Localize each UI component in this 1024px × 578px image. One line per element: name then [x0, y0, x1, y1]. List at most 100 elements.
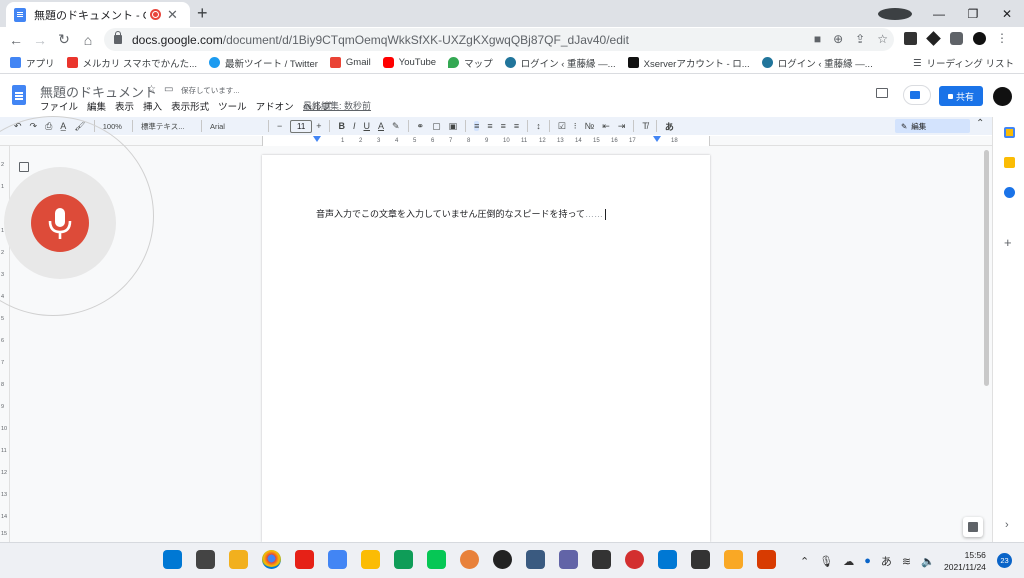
wifi-icon[interactable]: ≋	[902, 555, 911, 568]
keep-icon[interactable]	[1004, 157, 1015, 168]
italic-icon[interactable]: I	[353, 121, 356, 131]
comment-history-icon[interactable]	[876, 88, 888, 98]
vertical-scrollbar[interactable]	[984, 150, 989, 386]
clear-formatting-icon[interactable]: T̸	[642, 121, 648, 131]
microphone-tray-icon[interactable]: 🎙	[819, 555, 833, 568]
font-select[interactable]: Arial	[210, 122, 258, 131]
checklist-icon[interactable]: ☑	[558, 121, 566, 132]
browser-tab-active[interactable]: 無題のドキュメント - Google ド ✕	[6, 2, 190, 27]
cloud-icon[interactable]: ☁	[843, 555, 854, 568]
increase-indent-icon[interactable]: ⇥	[618, 121, 626, 132]
file-explorer-icon[interactable]	[229, 550, 248, 569]
explore-button[interactable]	[963, 517, 983, 537]
tab-search-icon[interactable]	[878, 7, 912, 20]
bookmark-star-icon[interactable]: ☆	[877, 32, 888, 46]
taskbar-clock[interactable]: 15:56 2021/11/24	[944, 549, 986, 573]
underline-icon[interactable]: U	[363, 121, 370, 131]
bulleted-list-icon[interactable]: ⁝	[574, 121, 577, 132]
style-select[interactable]: 標準テキス...	[141, 121, 191, 132]
office-icon[interactable]	[757, 550, 776, 569]
volume-icon[interactable]: 🔈	[921, 555, 935, 568]
vscode-icon[interactable]	[658, 550, 677, 569]
youtube-app-icon[interactable]	[295, 550, 314, 569]
profile-avatar[interactable]	[973, 32, 986, 45]
google-docs-logo-icon[interactable]	[12, 85, 26, 105]
restore-button[interactable]: ❐	[956, 7, 990, 21]
menu-tools[interactable]: ツール	[218, 99, 247, 113]
davinci-icon[interactable]	[691, 550, 710, 569]
virtualbox-icon[interactable]	[526, 550, 545, 569]
bookmark-item[interactable]: YouTube	[382, 57, 436, 68]
insert-image-icon[interactable]: ▣	[449, 121, 458, 132]
align-right-icon[interactable]: ≡	[501, 121, 506, 131]
bookmark-item[interactable]: ログイン ‹ 重藤縁 —...	[761, 56, 873, 70]
extension-layers-icon[interactable]	[926, 31, 941, 46]
document-body-text[interactable]: 音声入力でこの文章を入力していません圧倒的なスピードを持って……	[316, 207, 607, 221]
bookmark-item[interactable]: ログイン ‹ 重藤縁 —...	[504, 56, 616, 70]
line-app-icon[interactable]	[427, 550, 446, 569]
editing-mode-select[interactable]: ✎ 編集	[895, 119, 970, 133]
account-avatar[interactable]	[993, 87, 1012, 106]
minimize-button[interactable]: —	[922, 7, 956, 21]
right-indent-marker[interactable]	[653, 136, 661, 142]
new-tab-button[interactable]: +	[197, 3, 208, 24]
align-justify-icon[interactable]: ≡	[514, 121, 519, 131]
align-left-icon[interactable]: ≡	[474, 121, 480, 131]
tray-overflow-chevron-icon[interactable]: ⌃	[800, 555, 809, 568]
ime-indicator[interactable]: あ	[881, 553, 892, 569]
task-view-icon[interactable]	[196, 550, 215, 569]
input-tools-icon[interactable]: あ	[665, 120, 674, 133]
docs-app-icon[interactable]	[328, 550, 347, 569]
voice-typing-mic-button[interactable]	[31, 194, 89, 252]
text-color-icon[interactable]: A	[378, 121, 384, 131]
extension-m-icon[interactable]	[904, 32, 917, 45]
move-folder-icon[interactable]: ▭	[164, 84, 173, 95]
highlight-icon[interactable]: ✎	[392, 121, 400, 132]
start-windows-icon[interactable]	[163, 550, 182, 569]
font-size-input[interactable]: 11	[290, 119, 313, 133]
lab-app-icon[interactable]	[493, 550, 512, 569]
chrome-icon[interactable]	[262, 550, 281, 569]
extensions-puzzle-icon[interactable]	[950, 32, 963, 45]
menu-format[interactable]: 表示形式	[171, 99, 209, 113]
align-center-icon[interactable]: ≡	[487, 121, 492, 131]
menu-insert[interactable]: 挿入	[143, 99, 162, 113]
add-comment-icon[interactable]: ▢	[432, 121, 441, 132]
voice-input-icon[interactable]: ●	[864, 555, 871, 567]
bookmark-item[interactable]: Gmail	[329, 57, 371, 68]
camera-icon[interactable]: ■	[814, 32, 821, 46]
increase-size-icon[interactable]: +	[316, 121, 321, 131]
sync-app-icon[interactable]	[460, 550, 479, 569]
menu-addons[interactable]: アドオン	[256, 99, 294, 113]
reading-list-button[interactable]: ☰ リーディング リスト	[913, 56, 1014, 71]
snip-tool-icon[interactable]	[559, 550, 578, 569]
left-indent-marker[interactable]	[313, 136, 321, 142]
menu-file[interactable]: ファイル	[40, 99, 78, 113]
tomato-app-icon[interactable]	[625, 550, 644, 569]
share-page-icon[interactable]: ⇪	[855, 32, 865, 46]
last-edit-link[interactable]: 最終編集: 数秒前	[303, 99, 371, 112]
more-menu-icon[interactable]: ⋮	[996, 32, 1008, 45]
decrease-size-icon[interactable]: −	[277, 121, 282, 131]
tab-close-button[interactable]: ✕	[167, 7, 178, 23]
link-icon[interactable]: ⚭	[417, 121, 425, 132]
calendar-icon[interactable]	[1004, 127, 1015, 138]
share-button[interactable]: 共有	[939, 86, 983, 106]
numbered-list-icon[interactable]: №	[585, 121, 595, 131]
menu-view[interactable]: 表示	[115, 99, 134, 113]
menu-edit[interactable]: 編集	[87, 99, 106, 113]
reload-icon[interactable]: ↻	[52, 31, 76, 48]
analytics-icon[interactable]	[724, 550, 743, 569]
decrease-indent-icon[interactable]: ⇤	[602, 121, 610, 132]
address-bar[interactable]: docs.google.com /document/d/1Biy9CTqmOem…	[104, 28, 894, 51]
back-arrow-icon[interactable]: ←	[4, 32, 28, 48]
collapse-toolbar-icon[interactable]: ⌃	[976, 118, 984, 129]
tasks-icon[interactable]	[1004, 187, 1015, 198]
bookmark-item[interactable]: Xserverアカウント - ロ...	[627, 56, 750, 70]
bookmark-item[interactable]: アプリ	[10, 56, 55, 70]
window-close-button[interactable]: ✕	[990, 7, 1024, 21]
terminal-icon[interactable]	[592, 550, 611, 569]
meet-present-button[interactable]	[903, 85, 931, 105]
star-icon[interactable]: ☆	[147, 84, 156, 95]
sheets-app-icon[interactable]	[394, 550, 413, 569]
